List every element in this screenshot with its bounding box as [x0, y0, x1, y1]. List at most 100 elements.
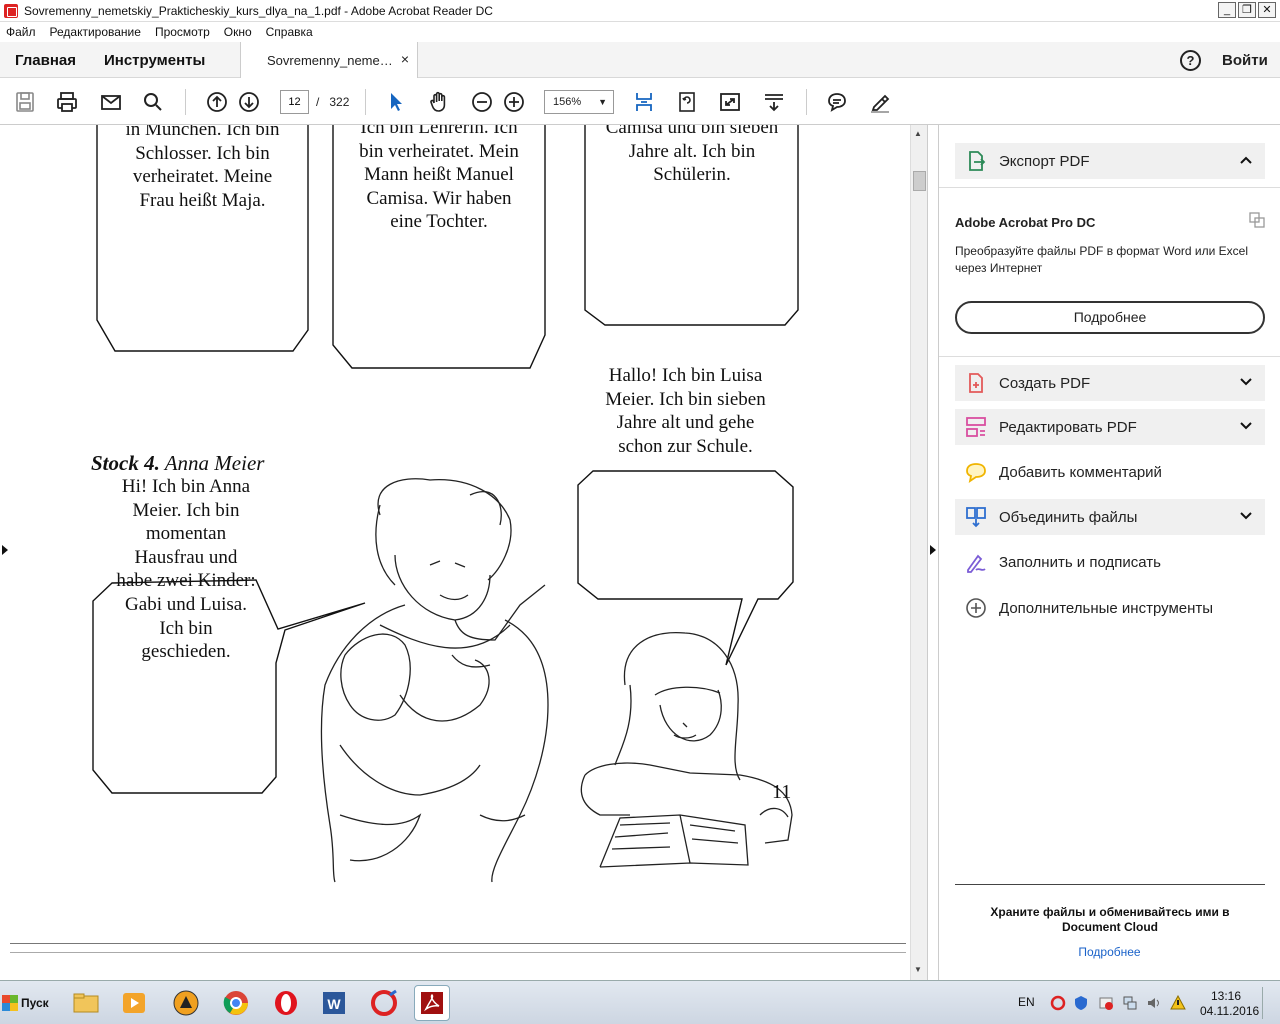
tool-label: Редактировать PDF — [999, 419, 1137, 436]
tool-add-comment[interactable]: Добавить комментарий — [955, 454, 1265, 490]
copy-icon[interactable] — [1248, 211, 1266, 229]
pdf-document-view[interactable]: in München. Ich bin Schlosser. Ich bin v… — [0, 125, 910, 980]
hand-tool-icon[interactable] — [427, 90, 451, 114]
volume-icon[interactable] — [1146, 995, 1162, 1011]
close-window-button[interactable]: ✕ — [1258, 2, 1276, 18]
close-tab-icon[interactable]: × — [401, 51, 409, 67]
more-tools-icon — [966, 598, 986, 618]
fill-sign-icon — [967, 554, 986, 573]
chrome-taskbar-icon[interactable] — [218, 985, 254, 1021]
menu-view[interactable]: Просмотр — [155, 25, 210, 39]
menu-file[interactable]: Файл — [6, 25, 36, 39]
tool-fill-sign[interactable]: Заполнить и подписать — [955, 544, 1265, 580]
system-clock[interactable]: 13:16 04.11.2016 — [1200, 989, 1259, 1019]
start-button[interactable]: Пуск — [2, 991, 54, 1015]
tools-pane: Экспорт PDF Adobe Acrobat Pro DC Преобра… — [939, 125, 1280, 980]
page-boundary — [10, 943, 906, 944]
fullscreen-icon[interactable] — [718, 90, 742, 114]
scroll-down-icon[interactable]: ▼ — [914, 965, 922, 974]
page-total: / 322 — [316, 95, 349, 109]
tool-more-tools[interactable]: Дополнительные инструменты — [955, 590, 1265, 626]
luisa-speech-bubble: Hallo! Ich bin Luisa Meier. Ich bin sieb… — [578, 364, 793, 458]
promo-title: Adobe Acrobat Pro DC — [955, 215, 1096, 230]
security-alert-icon[interactable] — [1098, 995, 1114, 1011]
minimize-button[interactable]: _ — [1218, 2, 1236, 18]
save-icon[interactable] — [13, 90, 37, 114]
input-language[interactable]: EN — [1018, 995, 1035, 1009]
bubble-line: Hi! Ich bin Anna — [121, 476, 251, 497]
bubble-line: eine Tochter. — [390, 211, 488, 233]
left-panel-expand-icon[interactable] — [2, 545, 8, 555]
windows-taskbar: Пуск W EN 13:16 04.11.2016 — [0, 980, 1280, 1024]
window-titlebar: Sovremenny_nemetskiy_Prakticheskiy_kurs_… — [0, 0, 1280, 22]
window-title: Sovremenny_nemetskiy_Prakticheskiy_kurs_… — [24, 3, 493, 18]
right-panel-collapse-icon[interactable] — [930, 545, 936, 555]
create-pdf-icon — [969, 373, 983, 393]
bubble-line: Meier. Ich bin — [132, 499, 240, 521]
tool-label: Заполнить и подписать — [999, 554, 1161, 571]
chevron-down-icon — [1240, 378, 1252, 386]
search-icon[interactable] — [141, 90, 165, 114]
edit-pdf-icon — [966, 417, 986, 437]
explorer-taskbar-icon[interactable] — [68, 985, 104, 1021]
bubble-line: momentan — [145, 523, 227, 545]
bubble-line: Meier. Ich bin sieben — [605, 388, 766, 410]
scroll-up-icon[interactable]: ▲ — [914, 129, 922, 138]
daemon-tools-taskbar-icon[interactable] — [168, 985, 204, 1021]
sign-in-button[interactable]: Войти — [1222, 52, 1268, 69]
comment-icon[interactable] — [825, 90, 849, 114]
tool-combine-files[interactable]: Объединить файлы — [955, 499, 1265, 535]
export-pdf-tool[interactable]: Экспорт PDF — [955, 143, 1265, 179]
learn-more-button[interactable]: Подробнее — [955, 301, 1265, 334]
network-icon[interactable] — [1122, 995, 1138, 1011]
help-icon[interactable]: ? — [1180, 50, 1201, 71]
menu-bar: Файл Редактирование Просмотр Окно Справк… — [0, 22, 1280, 42]
chevron-down-icon — [1240, 512, 1252, 520]
scrollbar-thumb[interactable] — [913, 171, 926, 191]
acrobat-taskbar-icon[interactable] — [414, 985, 450, 1021]
export-pdf-label: Экспорт PDF — [999, 153, 1090, 170]
ccleaner-taskbar-icon[interactable] — [366, 985, 402, 1021]
zoom-select[interactable]: 156% ▼ — [544, 90, 614, 114]
bubble-line: Frau heißt Maja. — [139, 189, 266, 211]
select-cursor-icon[interactable] — [384, 90, 408, 114]
ccleaner-tray-icon[interactable] — [1050, 995, 1066, 1011]
start-label: Пуск — [21, 996, 49, 1010]
scroll-mode-icon[interactable] — [632, 90, 656, 114]
read-mode-icon[interactable] — [762, 90, 786, 114]
vertical-scrollbar[interactable]: ▲ ▼ — [910, 125, 927, 980]
shield-icon[interactable] — [1073, 995, 1089, 1011]
email-icon[interactable] — [99, 90, 123, 114]
tab-document[interactable]: Sovremenny_neme… × — [240, 42, 418, 78]
menu-help[interactable]: Справка — [266, 25, 313, 39]
tool-edit-pdf[interactable]: Редактировать PDF — [955, 409, 1265, 445]
previous-page-icon[interactable] — [205, 90, 229, 114]
warning-icon[interactable] — [1170, 995, 1186, 1011]
menu-window[interactable]: Окно — [224, 25, 252, 39]
bubble-line: Camisa. Wir haben — [366, 187, 512, 209]
tab-home[interactable]: Главная — [15, 52, 76, 69]
opera-taskbar-icon[interactable] — [268, 985, 304, 1021]
show-desktop-button[interactable] — [1262, 987, 1278, 1019]
highlight-pen-icon[interactable] — [868, 90, 892, 114]
bubble-line: Camisa und bin sieben — [605, 125, 779, 138]
section-heading: Stock 4. Anna Meier — [91, 451, 264, 476]
word-taskbar-icon[interactable]: W — [316, 985, 352, 1021]
document-cloud-link[interactable]: Подробнее — [939, 945, 1280, 959]
zoom-in-icon[interactable] — [502, 90, 526, 114]
next-page-icon[interactable] — [237, 90, 261, 114]
tool-label: Дополнительные инструменты — [999, 600, 1214, 617]
clock-time: 13:16 — [1210, 989, 1242, 1003]
bubble-line: geschieden. — [141, 641, 231, 663]
media-player-taskbar-icon[interactable] — [116, 985, 152, 1021]
page-number-input[interactable] — [280, 90, 309, 114]
chevron-down-icon: ▼ — [598, 97, 607, 107]
zoom-out-icon[interactable] — [470, 90, 494, 114]
rotate-view-icon[interactable] — [675, 90, 699, 114]
print-icon[interactable] — [55, 90, 79, 114]
acrobat-app-icon — [4, 3, 18, 18]
restore-button[interactable]: ❐ — [1238, 2, 1256, 18]
tab-tools[interactable]: Инструменты — [104, 52, 205, 69]
tool-create-pdf[interactable]: Создать PDF — [955, 365, 1265, 401]
menu-edit[interactable]: Редактирование — [50, 25, 141, 39]
